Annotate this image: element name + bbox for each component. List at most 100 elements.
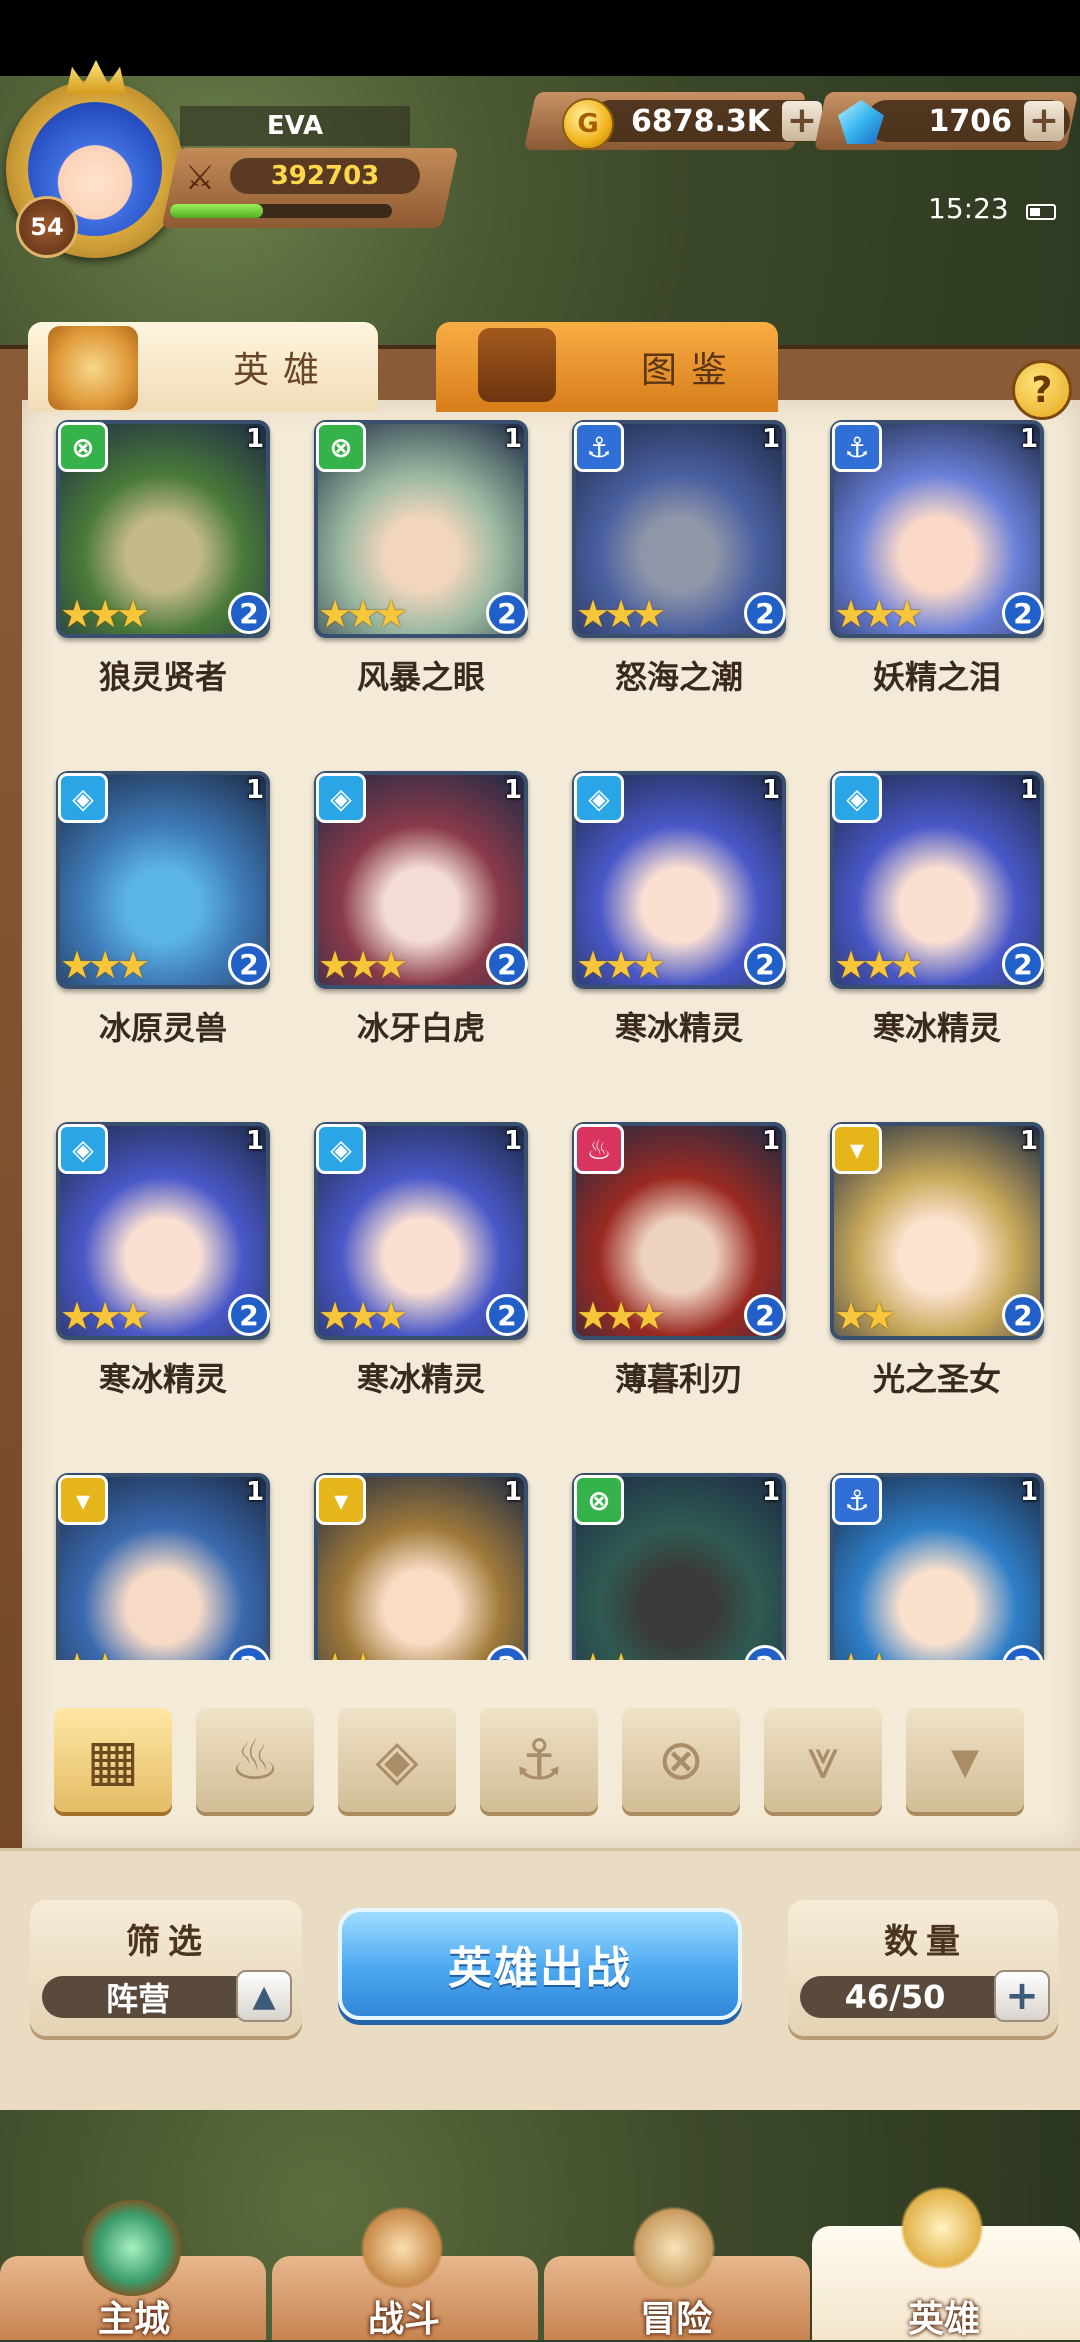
hero-name: 冰牙白虎 [356,1009,485,1047]
beast-faction-icon: ⊗ [657,1727,705,1793]
nav-heroes-label: 英雄 [907,2299,980,2340]
exp-bar-fill [170,204,264,218]
hero-name: 寒冰精灵 [356,1360,485,1398]
clock: 15:23 [928,192,1009,225]
ice-faction-icon: ◈ [574,773,624,823]
scroll-map-icon [624,2200,724,2296]
hero-level: 1 [762,424,781,454]
hero-level: 1 [1020,1126,1039,1156]
crossed-swords-icon: ⚔ [184,158,216,198]
light-faction-icon: ▾ [950,1727,980,1793]
sea-faction-icon: ⚓ [513,1727,565,1793]
ice-faction-icon: ◈ [58,773,108,823]
portal-icon [82,2200,182,2296]
help-button[interactable]: ? [1012,360,1072,420]
hero-card[interactable]: ◈ 1 ★★★ 2 寒冰精灵 [812,767,1044,1067]
filter-all-grid-button[interactable]: ▦ [54,1708,172,1812]
hero-card[interactable]: ⊗1★★2 [554,1469,786,1660]
player-name: EVA [180,106,410,146]
count-title: 数量 [884,1922,968,1962]
hero-star-badge: 2 [744,592,786,634]
hero-card[interactable]: ◈ 1 ★★★ 2 寒冰精灵 [296,1118,528,1418]
nav-main-city-label: 主城 [97,2299,170,2340]
hero-stars: ★★★ [60,1294,150,1338]
filter-fire-faction-button[interactable]: ♨ [196,1708,314,1812]
hero-stars: ★★★ [834,592,924,636]
hero-stars: ★★★ [318,592,408,636]
hero-stars: ★★★ [576,943,666,987]
hero-card[interactable]: ♨ 1 ★★★ 2 薄暮利刃 [554,1118,786,1418]
hero-name: 光之圣女 [872,1360,1001,1398]
hero-stars: ★★ [318,1645,380,1660]
hero-star-badge: 2 [486,1294,528,1336]
hero-level: 1 [1020,424,1039,454]
sea-faction-icon: ⚓ [832,1475,882,1525]
hero-star-badge: 2 [228,592,270,634]
hero-star-badge: 2 [744,1294,786,1336]
hero-name: 寒冰精灵 [872,1009,1001,1047]
hero-card[interactable]: ◈ 1 ★★★ 2 冰原灵兽 [38,767,270,1067]
hero-card[interactable]: ⚓ 1 ★★★ 2 妖精之泪 [812,416,1044,716]
ice-faction-icon: ◈ [375,1727,419,1793]
deploy-heroes-button[interactable]: 英雄出战 [338,1908,742,2020]
filter-toggle-button[interactable]: ▲ [236,1970,292,2022]
hero-name: 薄暮利刃 [614,1360,743,1398]
hero-stars: ★★★ [318,943,408,987]
tab-codex[interactable]: 图鉴 [436,322,778,412]
hero-level: 1 [246,1126,265,1156]
hero-star-badge: 2 [228,943,270,985]
hero-card[interactable]: ⚓1★★2 [812,1469,1044,1660]
hero-stars: ★★ [834,1645,896,1660]
filter-dark-faction-button[interactable]: ⩔ [764,1708,882,1812]
player-level-badge: 54 [16,196,78,258]
filter-title: 筛选 [126,1922,210,1962]
hero-stars: ★★ [576,1645,638,1660]
hero-stars: ★★★ [834,943,924,987]
hero-card[interactable]: ▾ 1 ★★ 2 光之圣女 [812,1118,1044,1418]
hero-level: 1 [504,775,523,805]
ice-faction-icon: ◈ [316,773,366,823]
filter-beast-faction-button[interactable]: ⊗ [622,1708,740,1812]
expand-slots-button[interactable]: + [994,1970,1050,2022]
light-faction-icon: ▾ [316,1475,366,1525]
hero-card[interactable]: ⊗ 1 ★★★ 2 风暴之眼 [296,416,528,716]
hero-level: 1 [762,775,781,805]
nav-battle-label: 战斗 [367,2299,440,2340]
hero-level: 1 [504,1477,523,1507]
hero-card[interactable]: ▾1★★2 [296,1469,528,1660]
tab-codex-label: 图鉴 [641,350,742,391]
hero-star-badge: 2 [486,592,528,634]
hero-name: 寒冰精灵 [98,1360,227,1398]
hero-name: 妖精之泪 [872,658,1001,696]
power-value: 392703 [230,158,420,194]
beast-faction-icon: ⊗ [316,422,366,472]
hero-level: 1 [504,1126,523,1156]
tab-heroes[interactable]: 英雄 [28,322,378,412]
hero-name: 寒冰精灵 [614,1009,743,1047]
hero-level: 1 [1020,1477,1039,1507]
fire-faction-icon: ♨ [229,1727,281,1793]
hero-stars: ★★ [60,1645,122,1660]
nav-adventure-label: 冒险 [639,2299,712,2340]
filter-ice-faction-button[interactable]: ◈ [338,1708,456,1812]
filter-light-faction-button[interactable]: ▾ [906,1708,1024,1812]
hero-card[interactable]: ◈ 1 ★★★ 2 冰牙白虎 [296,767,528,1067]
hero-star-badge: 2 [744,943,786,985]
gold-coin-icon: G [562,98,614,150]
add-gems-button[interactable]: + [1024,101,1064,141]
hero-card[interactable]: ◈ 1 ★★★ 2 寒冰精灵 [38,1118,270,1418]
hero-card[interactable]: ⚓ 1 ★★★ 2 怒海之潮 [554,416,786,716]
filter-sea-faction-button[interactable]: ⚓ [480,1708,598,1812]
ice-faction-icon: ◈ [316,1124,366,1174]
ice-faction-icon: ◈ [832,773,882,823]
hero-card[interactable]: ▾1★★2 [38,1469,270,1660]
tab-heroes-label: 英雄 [233,350,334,391]
hero-card[interactable]: ⊗ 1 ★★★ 2 狼灵贤者 [38,416,270,716]
hero-card[interactable]: ◈ 1 ★★★ 2 寒冰精灵 [554,767,786,1067]
hero-level: 1 [762,1477,781,1507]
hero-star-badge: 2 [486,943,528,985]
hero-grid: ⊗ 1 ★★★ 2 狼灵贤者 ⊗ 1 ★★★ 2 风暴之眼 ⚓ 1 ★★★ 2 怒海之潮 ⚓ 1 ★★★ 2 妖精之泪… [22,416,1080,1660]
hero-stars: ★★★ [60,943,150,987]
hero-star-badge: 2 [1002,592,1044,634]
hero-name: 风暴之眼 [356,658,485,696]
